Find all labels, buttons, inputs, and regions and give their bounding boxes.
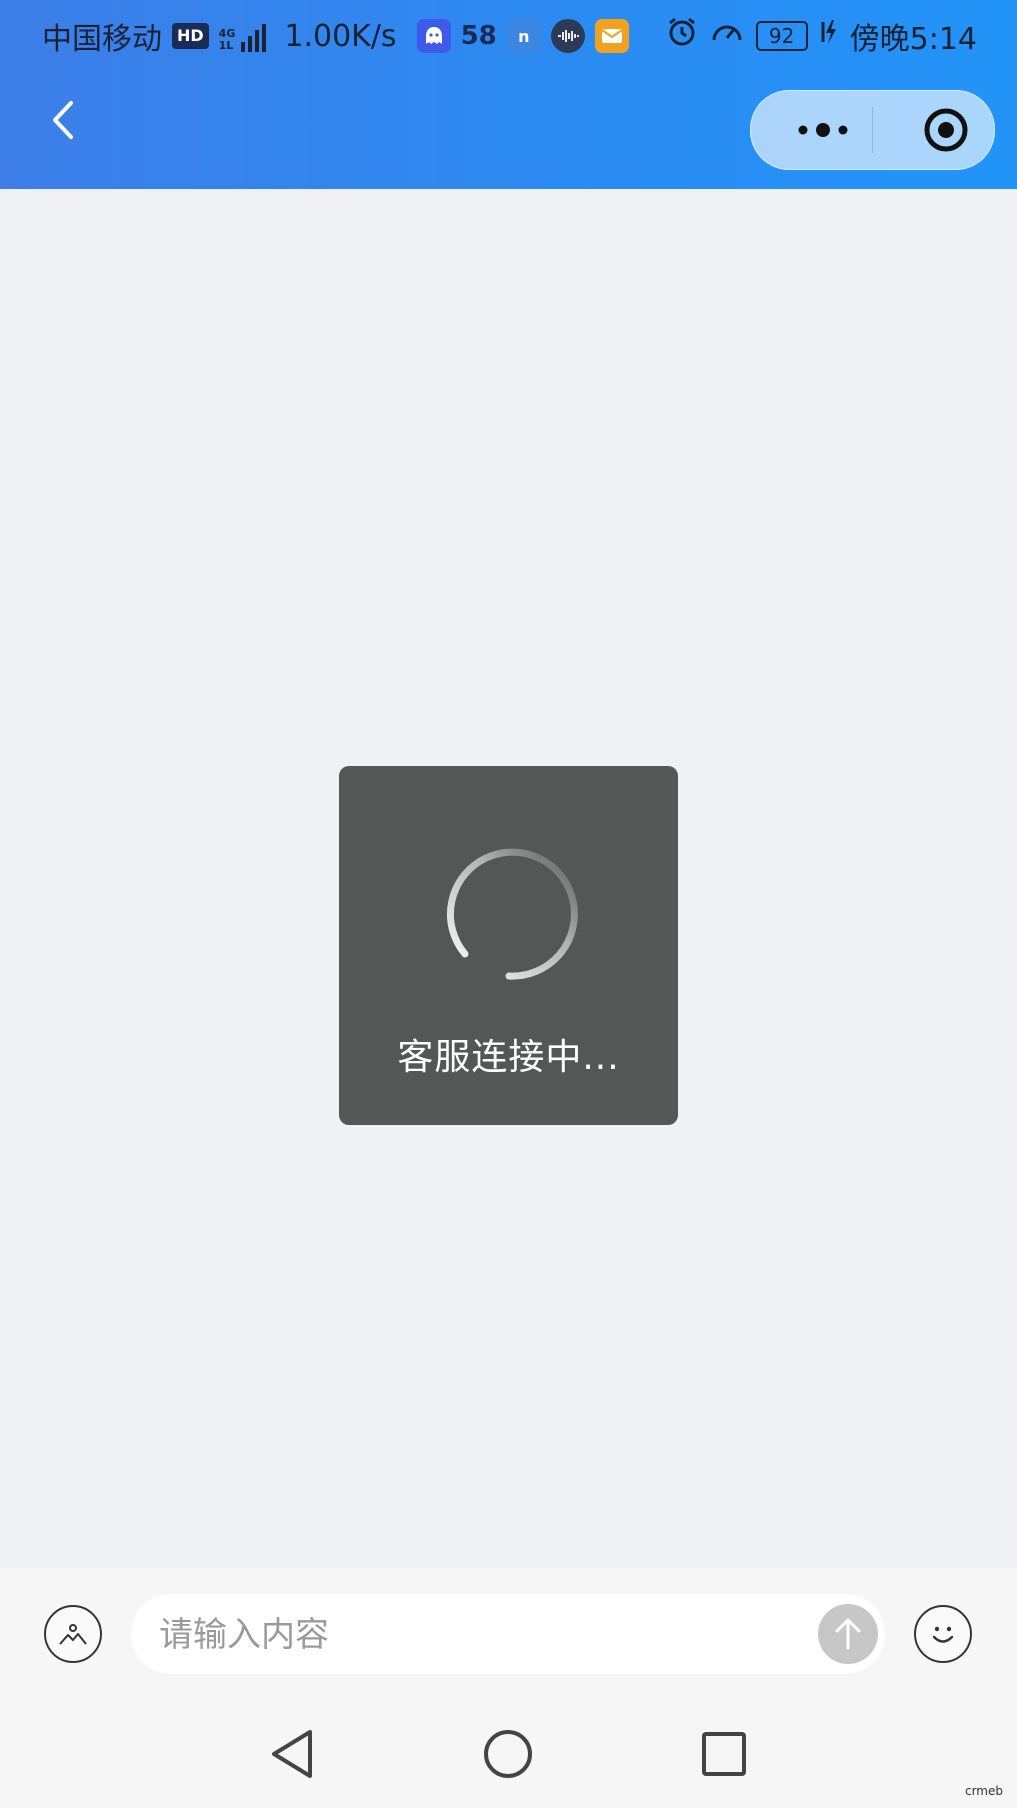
system-recents-button[interactable] — [696, 1726, 752, 1782]
more-button[interactable] — [783, 91, 863, 169]
close-mini-program-button[interactable] — [911, 91, 981, 169]
capsule-divider — [872, 107, 873, 153]
battery-icon: 92 — [755, 21, 808, 51]
mail-app-icon — [594, 19, 629, 53]
message-input-wrap — [131, 1594, 885, 1676]
chat-input-bar — [0, 1568, 1017, 1698]
send-button[interactable] — [818, 1604, 878, 1664]
nav-bar — [0, 72, 1017, 189]
ghost-app-icon — [416, 19, 451, 53]
square-recents-icon — [702, 1732, 746, 1776]
back-button[interactable] — [36, 94, 88, 146]
status-right: 92 傍晚5:14 — [666, 14, 977, 58]
status-bar: 中国移动 HD 4G 1L 1.00K/s 58 n 92 傍晚5:14 — [0, 0, 1017, 70]
network-speed: 1.00K/s — [284, 18, 397, 54]
carrier-label: 中国移动 — [42, 22, 162, 57]
emoji-button[interactable] — [914, 1605, 972, 1663]
loading-spinner-icon — [446, 848, 578, 980]
more-dots-icon — [798, 123, 848, 137]
message-input[interactable] — [157, 1594, 801, 1676]
loading-toast: 客服连接中... — [339, 766, 678, 1125]
image-icon — [59, 1624, 87, 1645]
send-arrow-icon — [835, 1618, 861, 1650]
header: 中国移动 HD 4G 1L 1.00K/s 58 n 92 傍晚5:14 — [0, 0, 1017, 189]
target-close-icon — [924, 108, 968, 152]
circle-home-icon — [484, 1730, 532, 1778]
58-app-icon: 58 — [460, 21, 497, 51]
clock-time: 傍晚5:14 — [849, 22, 977, 57]
loading-text: 客服连接中... — [397, 1037, 620, 1078]
alarm-icon — [666, 16, 698, 56]
system-navigation-bar: crmeb — [0, 1698, 1017, 1808]
audio-app-icon — [550, 19, 585, 53]
system-home-button[interactable] — [480, 1726, 536, 1782]
mini-program-capsule — [750, 90, 995, 170]
speedometer-icon — [710, 16, 744, 56]
image-button[interactable] — [44, 1605, 102, 1663]
triangle-back-icon — [272, 1730, 312, 1778]
battery-level: 92 — [768, 24, 795, 48]
emoji-icon — [932, 1626, 954, 1643]
watermark-text: crmeb — [964, 1784, 1003, 1798]
signal-icon: 4G 1L — [219, 20, 267, 52]
back-arrow-icon — [53, 101, 73, 139]
status-left: 中国移动 HD 4G 1L 1.00K/s 58 n — [42, 14, 629, 58]
charging-icon — [820, 18, 838, 54]
network-sub: 1L — [218, 39, 234, 52]
n-app-icon: n — [506, 19, 541, 53]
hd-badge: HD — [172, 23, 209, 49]
system-back-button[interactable] — [264, 1726, 320, 1782]
